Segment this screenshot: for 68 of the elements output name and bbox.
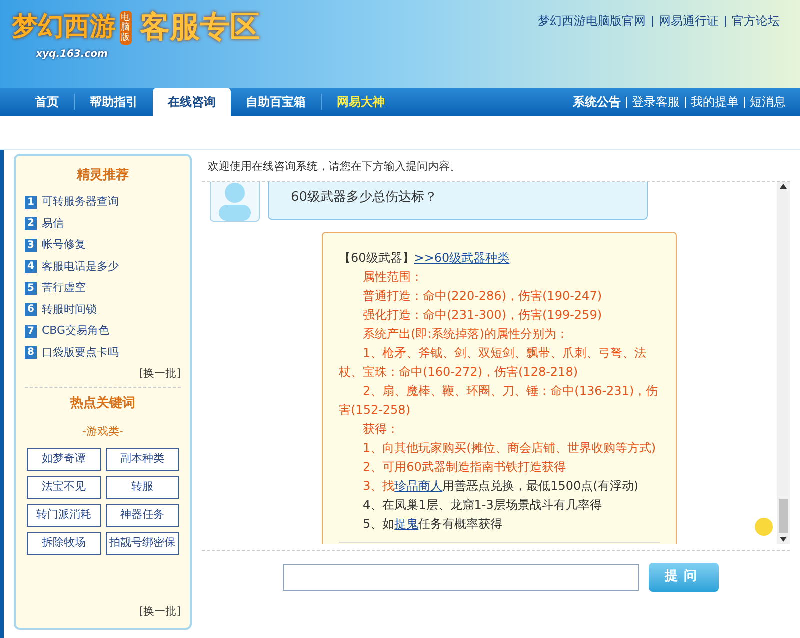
section-title: 客服专区 [140,8,260,46]
top-link[interactable]: 网易通行证 [659,12,719,30]
nav-tab[interactable]: 帮助指引 [75,88,153,116]
number-badge: 3 [25,238,37,252]
keyword-button[interactable]: 副本种类 [106,448,179,471]
number-badge: 8 [25,346,37,360]
scroll-up-icon[interactable] [780,184,787,188]
answer-line: 【60级武器】>>60级武器种类 [339,250,511,266]
recommend-item[interactable]: 8 口袋版要点卡吗 [25,342,181,364]
section-heading: 精灵推荐 [76,167,130,185]
answer-line: 2、可用60武器制造指南书铁打造获得 [362,458,567,476]
nav-tab[interactable]: 首页 [20,88,74,116]
answer-line: 1、向其他玩家购买(摊位、商会店铺、世界收购等方式) [362,440,657,456]
number-badge: 6 [25,303,37,316]
answer-link[interactable]: >>60级武器种类 [414,250,510,264]
keyword-button[interactable]: 拆除牧场 [27,532,100,555]
question-bubble: 60级武器多少总伤达标？ [268,182,648,220]
nav-link[interactable]: 我的提单 [691,93,739,111]
number-badge: 5 [25,282,37,295]
recommend-item[interactable]: 2 易信 [25,213,181,234]
section-heading: 热点关键词 [69,394,136,413]
recommend-item[interactable]: 6 转服时间锁 [25,299,181,320]
scroll-down-icon[interactable] [780,536,787,542]
answer-line: 获得： [362,420,400,438]
category-label: -游戏类- [82,424,124,440]
scroll-thumb[interactable] [779,498,788,532]
welcome-text: 欢迎使用在线咨询系统，请您在下方输入提问内容。 [207,159,462,175]
nav-link[interactable]: 短消息 [750,93,786,111]
logo-title: 梦幻西游 [12,11,116,44]
answer-line: 5、如捉鬼任务有概率获得 [362,516,504,532]
nav-tab[interactable]: 在线咨询 [153,88,231,116]
logo-domain: xyq.163.com [36,48,108,62]
answer-line: 2、扇、魔棒、鞭、环圈、刀、锤：命中(136-231)，伤害(152-258) [339,382,660,418]
recommend-item[interactable]: 3 帐号修复 [25,234,181,256]
answer-line: 4、在凤巢1层、龙窟1-3层场景战斗有几率得 [362,496,603,514]
refresh-link[interactable]: [换一批] [139,366,181,382]
number-badge: 4 [25,260,37,274]
keyword-button[interactable]: 神器任务 [106,504,179,527]
answer-line: 强化打造：命中(231-300)，伤害(199-259) [362,306,604,324]
nav-link[interactable]: 登录客服 [632,93,680,111]
answer-link[interactable]: 捉鬼 [394,516,419,530]
recommend-item[interactable]: 5 苦行虚空 [25,278,181,299]
answer-line: 3、找珍品商人用善恶点兑换，最低1500点(有浮动) [362,478,640,494]
refresh-link[interactable]: [换一批] [139,604,181,620]
question-input[interactable] [283,564,639,590]
recommend-item[interactable]: 7 CBG交易角色 [25,320,181,342]
number-badge: 7 [25,324,37,338]
top-link[interactable]: 梦幻西游电脑版官网 [538,12,646,30]
scrollbar[interactable] [777,182,790,544]
answer-line: 系统产出(即:系统掉落)的属性分别为： [362,326,570,342]
keyword-button[interactable]: 拍靓号绑密保 [106,532,179,555]
keyword-button[interactable]: 法宝不见 [27,476,100,499]
recommend-item[interactable]: 4 客服电话是多少 [25,256,181,278]
answer-line: 普通打造：命中(220-286)，伤害(190-247) [362,288,604,304]
number-badge: 1 [25,196,37,209]
answer-line: 1、枪矛、斧钺、剑、双短剑、飘带、爪刺、弓弩、法杖、宝珠：命中(160-272)，伤害(128-218) [339,344,648,380]
nav-link[interactable]: 系统公告 [573,93,621,111]
top-link[interactable]: 官方论坛 [732,12,780,30]
nav-tab[interactable]: 网易大神 [322,88,400,116]
keyword-button[interactable]: 如梦奇谭 [27,448,100,471]
keyword-button[interactable]: 转服 [106,476,179,499]
number-badge: 2 [25,217,37,230]
nav-tab[interactable]: 自助百宝箱 [231,88,321,116]
answer-link[interactable]: 珍品商人 [394,478,443,492]
keyword-button[interactable]: 转门派消耗 [27,504,100,527]
recommend-item[interactable]: 1 可转服务器查询 [25,192,181,213]
answer-line: 属性范围： [362,268,424,286]
logo-badge: 电脑版 [120,10,132,44]
